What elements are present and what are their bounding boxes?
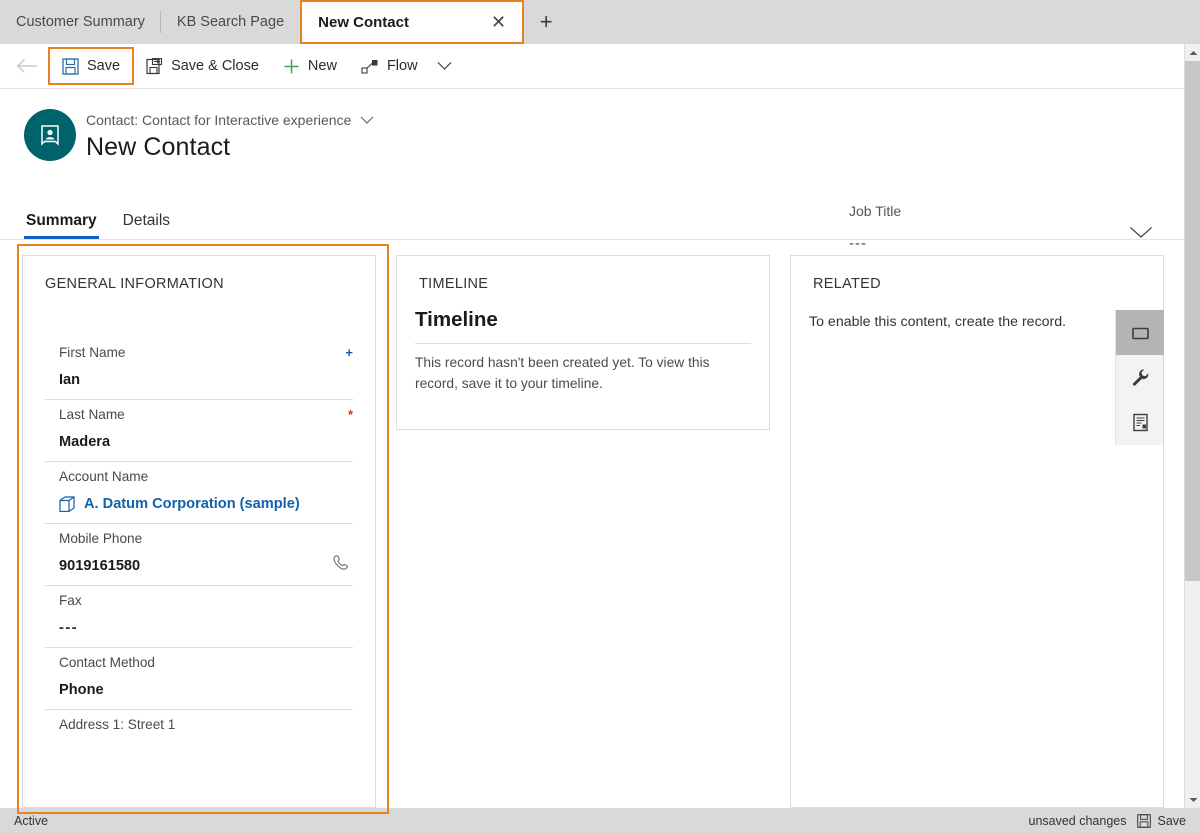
field-label: Mobile Phone [59, 531, 143, 546]
save-and-close-button[interactable]: Save & Close [134, 49, 271, 83]
command-bar: Save Save & Close New Flow [0, 44, 1186, 89]
lookup-record-icon [59, 496, 75, 512]
required-indicator: * [347, 407, 353, 422]
general-information-fields: First Name + Ian Last Name * Madera Acco… [23, 338, 375, 755]
record-entity-label: Contact: Contact for Interactive experie… [86, 112, 352, 128]
phone-call-icon[interactable] [331, 553, 351, 573]
form-tab-bar: Summary Details [0, 200, 1186, 240]
field-value: Phone [59, 682, 104, 698]
related-panel-title: RELATED [813, 276, 881, 292]
scroll-down-arrow-icon[interactable] [1185, 791, 1200, 808]
browser-tab-strip: Customer Summary KB Search Page New Cont… [0, 0, 1200, 44]
field-contact-method[interactable]: Contact Method Phone [45, 647, 353, 709]
entity-chevron-down-icon[interactable] [360, 116, 374, 125]
flow-button-label: Flow [386, 58, 418, 74]
tab-label: Customer Summary [16, 14, 145, 30]
timeline-panel-title: TIMELINE [419, 276, 489, 292]
field-label: Fax [59, 593, 82, 608]
form-content-area: GENERAL INFORMATION First Name + Ian Las… [0, 244, 1186, 814]
related-side-rail [1115, 310, 1164, 445]
timeline-empty-message: This record hasn't been created yet. To … [415, 355, 710, 391]
crm-contact-form-window: Customer Summary KB Search Page New Cont… [0, 0, 1200, 833]
status-badge: Active [14, 813, 49, 828]
field-value: Ian [59, 372, 81, 388]
field-label: Contact Method [59, 655, 155, 670]
field-address-1-street-1[interactable]: Address 1: Street 1 [45, 709, 353, 755]
status-bar: Active unsaved changes Save [0, 808, 1200, 833]
field-label: First Name [59, 345, 126, 360]
save-disk-icon [62, 57, 79, 75]
document-icon[interactable] [1116, 400, 1164, 445]
unsaved-changes-text: unsaved changes [1028, 813, 1127, 828]
scroll-up-arrow-icon[interactable] [1185, 44, 1200, 61]
new-tab-button[interactable]: + [524, 0, 568, 44]
scrollbar-thumb[interactable] [1185, 61, 1200, 581]
vertical-scrollbar[interactable] [1184, 44, 1200, 808]
tab-summary[interactable]: Summary [24, 212, 99, 239]
avatar [24, 109, 76, 161]
field-last-name[interactable]: Last Name * Madera [45, 399, 353, 461]
flow-icon [361, 58, 379, 75]
status-bar-right: unsaved changes Save [1029, 814, 1200, 828]
tab-new-contact[interactable]: New Contact ✕ [300, 0, 525, 44]
related-empty-message: To enable this content, create the recor… [809, 314, 1067, 330]
recommended-indicator: + [345, 345, 353, 360]
field-value: Madera [59, 434, 111, 450]
field-label: Last Name [59, 407, 125, 422]
record-title-block: Contact: Contact for Interactive experie… [86, 112, 374, 162]
general-information-panel: GENERAL INFORMATION First Name + Ian Las… [22, 255, 376, 808]
field-value: --- [59, 620, 79, 636]
flow-button[interactable]: Flow [349, 49, 430, 83]
folder-icon[interactable] [1116, 310, 1164, 355]
lookup-label: A. Datum Corporation (sample) [84, 496, 300, 512]
tab-kb-search-page[interactable]: KB Search Page [161, 0, 300, 44]
related-panel: RELATED To enable this content, create t… [790, 255, 1164, 808]
save-disk-icon [1136, 813, 1151, 828]
command-overflow-chevron-down-icon[interactable] [430, 49, 460, 83]
tab-details[interactable]: Details [121, 212, 172, 239]
field-fax[interactable]: Fax --- [45, 585, 353, 647]
timeline-panel: TIMELINE Timeline This record hasn't bee… [396, 255, 770, 430]
field-label: Account Name [59, 469, 149, 484]
field-first-name[interactable]: First Name + Ian [45, 338, 353, 399]
field-value: 9019161580 [59, 558, 141, 574]
field-value-lookup[interactable]: A. Datum Corporation (sample) [59, 496, 353, 523]
back-arrow-icon[interactable] [10, 49, 44, 83]
field-mobile-phone[interactable]: Mobile Phone 9019161580 [45, 523, 353, 585]
general-information-title: GENERAL INFORMATION [45, 276, 224, 292]
record-entity-line[interactable]: Contact: Contact for Interactive experie… [86, 112, 374, 128]
save-button[interactable]: Save [48, 47, 135, 85]
new-button[interactable]: New [271, 49, 349, 83]
wrench-icon[interactable] [1116, 355, 1164, 400]
tab-label: KB Search Page [176, 14, 285, 30]
new-button-label: New [307, 58, 337, 74]
tab-details-label: Details [122, 212, 171, 229]
status-save-label: Save [1157, 813, 1187, 828]
save-button-label: Save [87, 58, 121, 74]
tab-label: New Contact [318, 13, 409, 31]
tab-customer-summary[interactable]: Customer Summary [0, 0, 161, 44]
field-account-name[interactable]: Account Name A. Datum Corporation (sampl… [45, 461, 353, 523]
page-title: New Contact [86, 133, 231, 161]
save-and-close-label: Save & Close [171, 58, 259, 74]
timeline-heading: Timeline [415, 308, 498, 331]
save-and-close-icon [146, 57, 163, 75]
field-value [59, 744, 353, 755]
tab-summary-label: Summary [26, 212, 97, 229]
field-label: Address 1: Street 1 [59, 717, 176, 732]
record-header: Contact: Contact for Interactive experie… [0, 90, 1186, 252]
status-save-button[interactable]: Save [1136, 813, 1187, 828]
close-icon[interactable]: ✕ [485, 11, 512, 33]
plus-icon [283, 58, 300, 75]
